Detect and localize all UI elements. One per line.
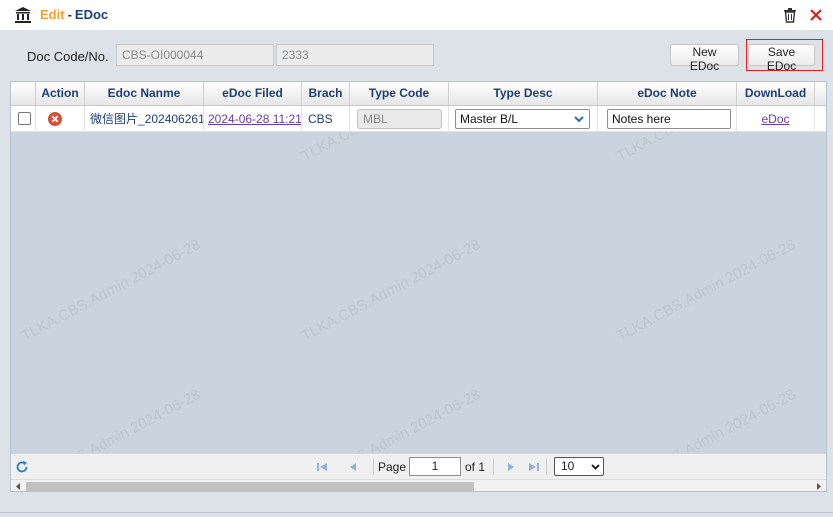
save-edoc-button[interactable]: Save EDoc (748, 44, 815, 73)
pager-separator (493, 459, 494, 475)
first-page-icon[interactable] (316, 461, 328, 473)
title-edit: Edit (40, 7, 65, 22)
watermark: TLKA.CBS.Admin 2024-06-28 (613, 236, 799, 345)
new-edoc-button[interactable]: New EDoc (670, 44, 739, 73)
watermark: TLKA.CBS.Admin 2024-06-28 (298, 236, 484, 345)
pager: Page 1 of 1 10 (11, 453, 826, 479)
row-download-cell: eDoc (737, 106, 815, 132)
row-select-cell (11, 106, 36, 132)
column-header-action[interactable]: Action (36, 82, 85, 105)
header-spacer (815, 82, 826, 105)
refresh-icon[interactable] (15, 460, 29, 474)
bank-icon (15, 7, 31, 23)
row-checkbox[interactable] (18, 112, 31, 125)
horizontal-scrollbar[interactable] (11, 479, 826, 491)
bottom-edge (0, 512, 833, 517)
row-brach: CBS (302, 106, 350, 132)
column-header-note[interactable]: eDoc Note (598, 82, 737, 105)
row-edoc-filed-cell: 2024-06-28 11:21 (204, 106, 302, 132)
pager-separator (546, 459, 547, 475)
watermark: TLKA.CBS.Admin 2024-06-28 (18, 236, 204, 345)
title-edoc: EDoc (74, 7, 109, 22)
doc-code-label: Doc Code/No. (27, 49, 109, 64)
type-desc-select[interactable]: Master B/L (455, 109, 590, 129)
column-header-type-code[interactable]: Type Code (350, 82, 449, 105)
dialog-titlebar: Edit - EDoc (0, 0, 833, 30)
chevron-down-icon (574, 116, 584, 123)
page-size-value: 10 (561, 459, 575, 473)
page-label: Page (378, 460, 407, 474)
page-size-select[interactable]: 10 (554, 457, 604, 476)
type-code-field[interactable]: MBL (357, 109, 442, 129)
row-edoc-name: 微信图片_202406261 (85, 106, 204, 132)
doc-code-field[interactable] (116, 44, 274, 66)
edoc-grid: TLKA.CBS.Admin 2024-06-28 TLKA.CBS.Admin… (10, 81, 827, 492)
chevron-down-icon (591, 464, 600, 470)
row-action-cell (36, 106, 85, 132)
column-header-filed[interactable]: eDoc Filed (204, 82, 302, 105)
type-desc-value: Master B/L (460, 112, 519, 126)
pager-separator (373, 459, 374, 475)
trash-icon[interactable] (782, 7, 798, 23)
page-number-input[interactable]: 1 (409, 457, 461, 476)
column-header-brach[interactable]: Brach (302, 82, 350, 105)
table-row[interactable]: 微信图片_202406261 2024-06-28 11:21 CBS MBL … (11, 106, 826, 132)
column-header-name[interactable]: Edoc Nanme (85, 82, 204, 105)
column-header-type-desc[interactable]: Type Desc (449, 82, 598, 105)
scroll-left-icon[interactable] (14, 482, 23, 491)
dialog-title: Edit - EDoc (40, 7, 108, 22)
edoc-note-input[interactable]: Notes here (607, 109, 731, 129)
download-link[interactable]: eDoc (761, 112, 789, 126)
title-separator: - (67, 7, 72, 22)
grid-header: Action Edoc Nanme eDoc Filed Brach Type … (11, 82, 826, 106)
close-icon[interactable] (808, 7, 824, 23)
scroll-right-icon[interactable] (814, 482, 823, 491)
last-page-icon[interactable] (528, 461, 540, 473)
delete-icon[interactable] (48, 112, 62, 126)
scrollbar-thumb[interactable] (26, 482, 474, 491)
doc-no-field[interactable] (276, 44, 434, 66)
page-of-label: of 1 (465, 460, 486, 474)
prev-page-icon[interactable] (347, 461, 359, 473)
next-page-icon[interactable] (505, 461, 517, 473)
column-header-download[interactable]: DownLoad (737, 82, 815, 105)
row-edoc-filed-link[interactable]: 2024-06-28 11:21 (208, 112, 301, 126)
header-select (11, 82, 36, 105)
